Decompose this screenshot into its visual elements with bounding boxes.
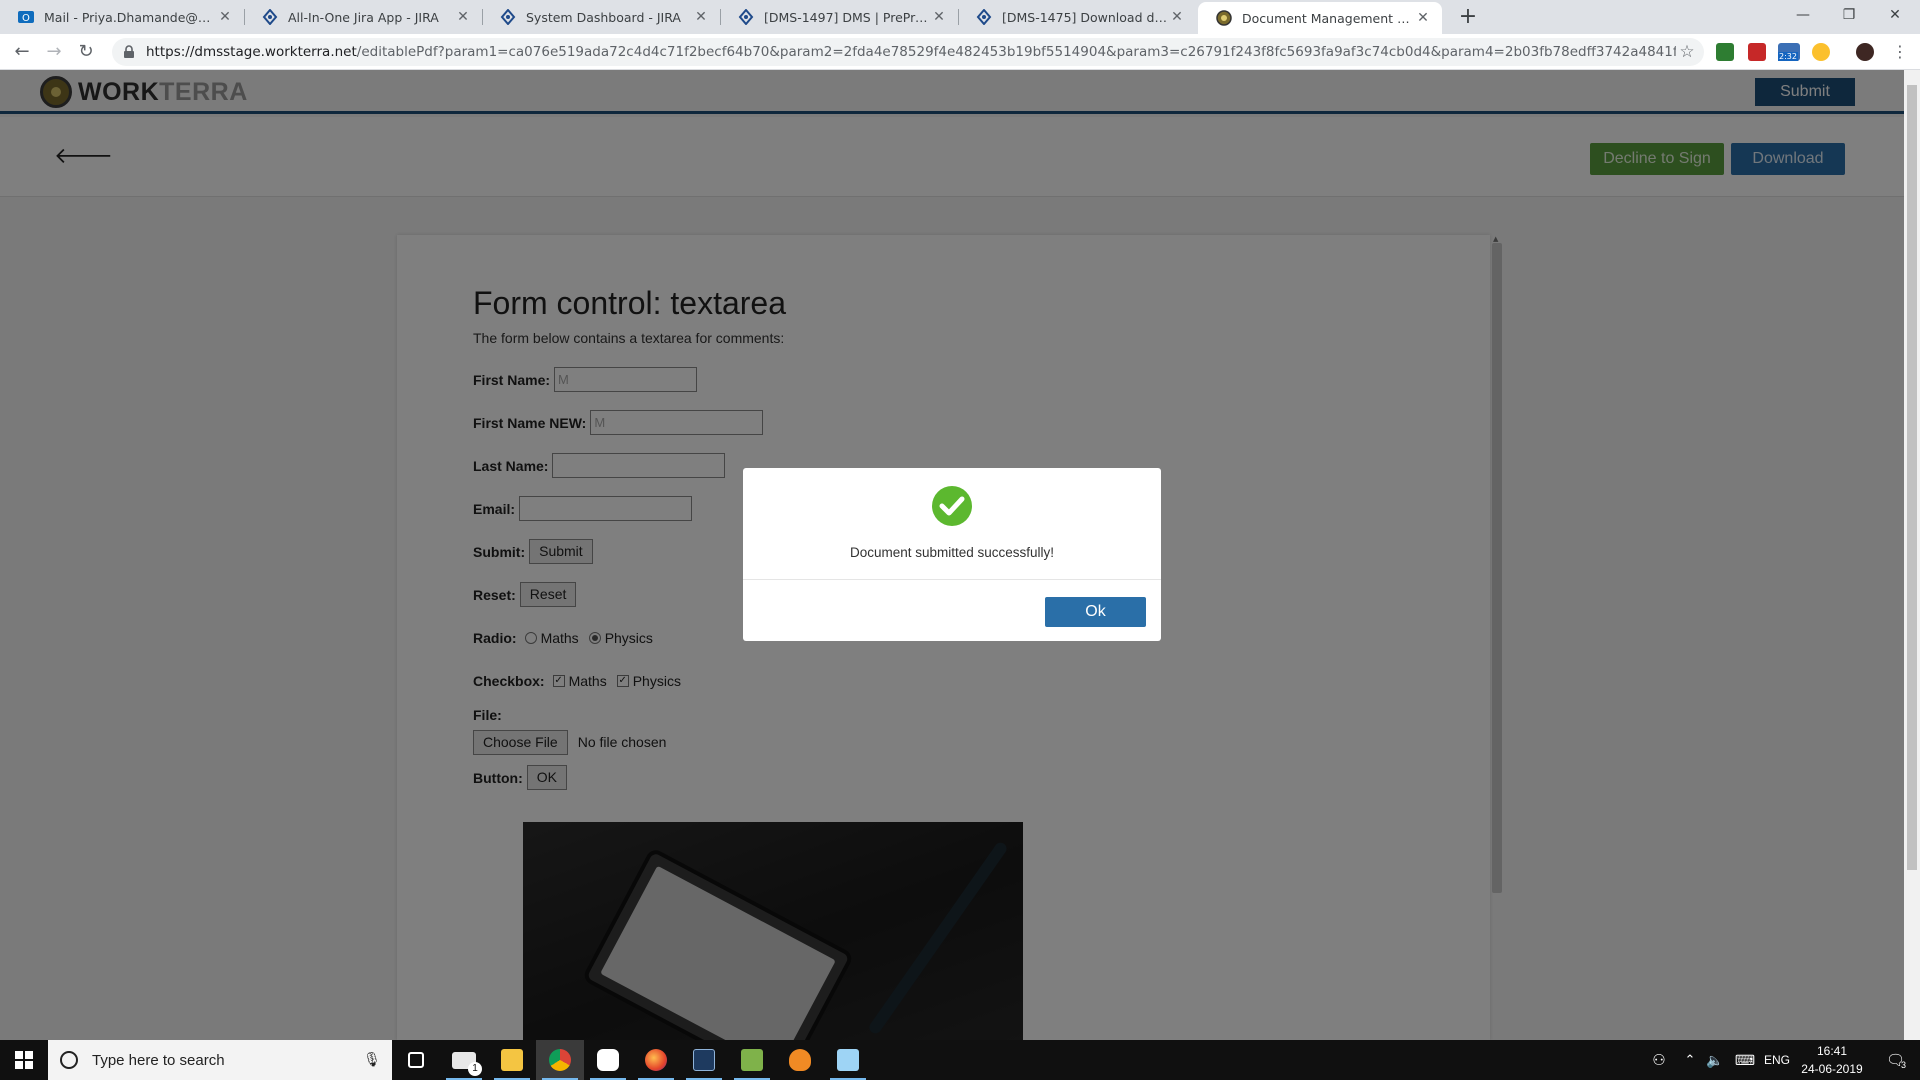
mail-badge: 1 (468, 1062, 482, 1076)
extension-chrome-icon[interactable] (1812, 43, 1830, 61)
firefox-icon[interactable] (632, 1040, 680, 1080)
tab-title: [DMS-1475] Download documen (1002, 9, 1168, 25)
task-view-glyph (408, 1052, 424, 1068)
tab-jira-app[interactable]: All-In-One Jira App - JIRA ✕ (244, 0, 482, 34)
tab-system-dashboard[interactable]: System Dashboard - JIRA ✕ (482, 0, 720, 34)
chrome-taskbar-icon[interactable] (536, 1040, 584, 1080)
extension-badge: 2:32 (1778, 52, 1798, 61)
jira-icon (738, 9, 754, 25)
notepad-glyph (837, 1049, 859, 1071)
close-icon[interactable]: ✕ (1168, 9, 1186, 25)
page-scrollbar-thumb[interactable] (1907, 85, 1917, 870)
extension-red-icon[interactable] (1748, 43, 1766, 61)
close-icon[interactable]: ✕ (454, 9, 472, 25)
new-tab-button[interactable]: + (1454, 4, 1482, 32)
mail-app-icon[interactable]: 1 (440, 1040, 488, 1080)
notepad-icon[interactable] (824, 1040, 872, 1080)
action-center-icon[interactable]: 🗨 3 (1876, 1040, 1916, 1080)
extension-meet-icon[interactable]: 2:32 (1778, 43, 1800, 61)
file-explorer-icon[interactable] (488, 1040, 536, 1080)
url-path: /editablePdf?param1=ca076e519ada72c4d4c7… (356, 44, 1676, 60)
flame-glyph (789, 1049, 811, 1071)
svg-text:O: O (22, 13, 30, 24)
task-view-icon[interactable] (392, 1040, 440, 1080)
close-icon[interactable]: ✕ (692, 9, 710, 25)
menu-kebab-icon[interactable]: ⋮ (1886, 38, 1914, 66)
jira-icon (500, 9, 516, 25)
back-icon[interactable]: ← (8, 38, 36, 66)
address-bar[interactable]: https://dmsstage.workterra.net/editableP… (112, 38, 1704, 66)
close-icon[interactable]: ✕ (1414, 10, 1432, 26)
outlook-icon: O (18, 11, 34, 24)
chrome-glyph (549, 1049, 571, 1071)
success-message: Document submitted successfully! (849, 545, 1055, 560)
extension-green-icon[interactable] (1716, 43, 1734, 61)
forward-icon[interactable]: → (40, 38, 68, 66)
close-icon[interactable]: ✕ (216, 9, 234, 25)
taskbar-search[interactable]: Type here to search 🎙 (48, 1040, 392, 1080)
dialog-divider (743, 579, 1161, 580)
tab-dms-1475[interactable]: [DMS-1475] Download documen ✕ (958, 0, 1196, 34)
sql-studio-icon[interactable] (680, 1040, 728, 1080)
sql-glyph (693, 1049, 715, 1071)
windows-logo-icon (15, 1051, 33, 1069)
success-check-icon (932, 486, 972, 526)
volume-icon[interactable]: 🔈 (1702, 1040, 1728, 1080)
tab-title: System Dashboard - JIRA (526, 9, 681, 25)
bookmark-star-icon[interactable]: ☆ (1676, 42, 1698, 62)
restore-icon[interactable]: ❐ (1826, 0, 1872, 32)
notification-count: 3 (1901, 1060, 1907, 1070)
folder-glyph (501, 1049, 523, 1071)
cortana-icon (60, 1051, 78, 1069)
slack-glyph (597, 1049, 619, 1071)
flame-app-icon[interactable] (776, 1040, 824, 1080)
firefox-glyph (645, 1049, 667, 1071)
reload-icon[interactable]: ↻ (72, 38, 100, 66)
keyboard-icon[interactable]: ⌨ (1730, 1040, 1760, 1080)
close-icon[interactable]: ✕ (930, 9, 948, 25)
tab-title: [DMS-1497] DMS | PreProd | One (764, 9, 930, 25)
archive-app-icon[interactable] (728, 1040, 776, 1080)
search-placeholder: Type here to search (92, 1051, 225, 1069)
jira-icon (976, 9, 992, 25)
tab-document-management[interactable]: Document Management Service ✕ (1198, 2, 1442, 34)
tab-title: Mail - Priya.Dhamande@careerb (44, 9, 216, 25)
tab-title: Document Management Service (1242, 10, 1414, 26)
window-close-icon[interactable]: ✕ (1872, 0, 1918, 32)
url-text[interactable]: https://dmsstage.workterra.net/editableP… (146, 44, 1676, 60)
jira-icon (262, 9, 278, 25)
lock-icon[interactable] (122, 45, 136, 59)
workterra-icon (1216, 10, 1232, 26)
browser-toolbar: ← → ↻ https://dmsstage.workterra.net/edi… (0, 34, 1920, 70)
tray-chevron-icon[interactable]: ⌃ (1678, 1040, 1702, 1080)
tab-dms-1497[interactable]: [DMS-1497] DMS | PreProd | One ✕ (720, 0, 958, 34)
profile-avatar[interactable] (1856, 43, 1874, 61)
dialog-ok-button[interactable]: Ok (1045, 597, 1146, 627)
clock-time: 16:41 (1816, 1044, 1848, 1058)
system-clock[interactable]: 16:41 24-06-2019 (1788, 1042, 1876, 1078)
people-icon[interactable]: ⚇ (1644, 1040, 1674, 1080)
url-host: https://dmsstage.workterra.net (146, 44, 357, 60)
archive-glyph (741, 1049, 763, 1071)
clock-date: 24-06-2019 (1801, 1062, 1863, 1076)
minimize-icon[interactable]: — (1780, 0, 1826, 32)
browser-tab-strip: O Mail - Priya.Dhamande@careerb ✕ All-In… (0, 0, 1920, 34)
tab-mail[interactable]: O Mail - Priya.Dhamande@careerb ✕ (0, 0, 244, 34)
microphone-icon[interactable]: 🎙 (362, 1052, 382, 1068)
windows-taskbar: Type here to search 🎙 1 ⚇ ⌃ 🔈 ⌨ ENG 16:4… (0, 1040, 1920, 1080)
success-dialog: Document submitted successfully! Ok (743, 468, 1161, 641)
slack-icon[interactable] (584, 1040, 632, 1080)
tab-title: All-In-One Jira App - JIRA (288, 9, 439, 25)
start-button[interactable] (0, 1040, 48, 1080)
